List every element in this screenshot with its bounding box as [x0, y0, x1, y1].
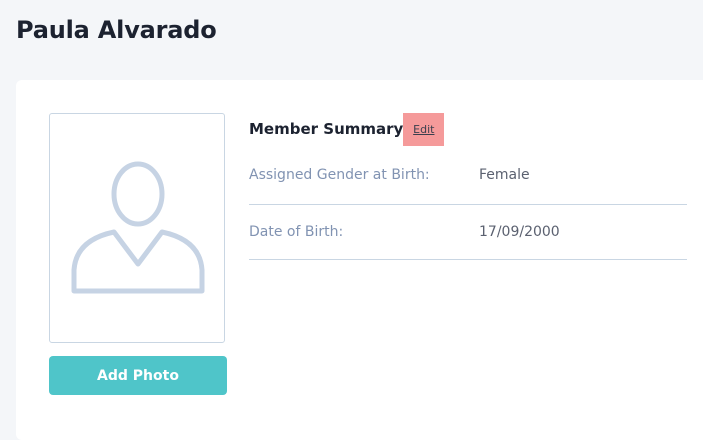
summary-header: Member Summary Edit [249, 112, 687, 146]
user-silhouette-icon [71, 161, 205, 294]
member-summary: Member Summary Edit Assigned Gender at B… [249, 112, 687, 260]
summary-title: Member Summary [249, 120, 404, 138]
gender-label: Assigned Gender at Birth: [249, 166, 430, 183]
edit-link[interactable]: Edit [403, 112, 445, 146]
gender-value: Female [479, 166, 530, 183]
dob-label: Date of Birth: [249, 224, 344, 240]
detail-row-dob: Date of Birth: 17/09/2000 [249, 205, 687, 260]
member-card: Add Photo Member Summary Edit Assigned G… [16, 80, 703, 440]
detail-row-gender: Assigned Gender at Birth: Female [249, 145, 687, 205]
add-photo-button[interactable]: Add Photo [49, 356, 227, 395]
profile-photo-frame [49, 113, 225, 343]
dob-value: 17/09/2000 [479, 224, 560, 240]
page-title: Paula Alvarado [16, 16, 217, 44]
